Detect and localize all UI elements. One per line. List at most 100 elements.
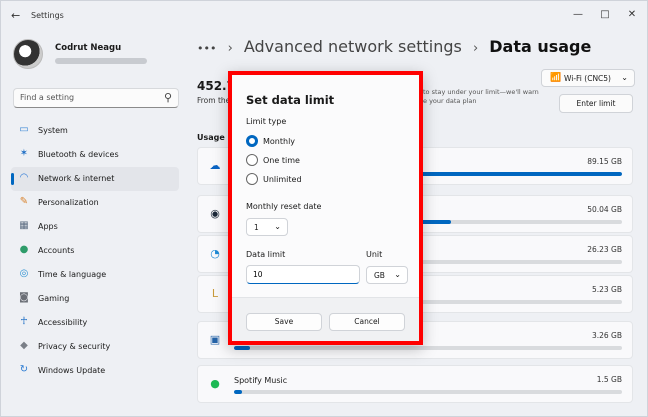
network-select-value: Wi-Fi (CNC5) xyxy=(564,74,611,83)
sidebar-item-label: Accessibility xyxy=(38,318,88,327)
settings-window: ← Settings — □ ✕ Codrut Neagu Find a set… xyxy=(0,0,648,417)
sidebar-item-accessibility[interactable]: ☥ Accessibility xyxy=(11,311,179,335)
radio-monthly-label[interactable]: Monthly xyxy=(263,137,295,146)
data-limit-field[interactable] xyxy=(246,265,360,284)
reset-date-label: Monthly reset date xyxy=(246,202,322,211)
sidebar-item-personalization[interactable]: ✎ Personalization xyxy=(11,191,179,215)
dialog-title: Set data limit xyxy=(246,93,335,107)
limit-hint: to stay under your limit—we'll warn e yo… xyxy=(423,88,539,106)
sidebar-item-bluetooth-devices[interactable]: ✶ Bluetooth & devices xyxy=(11,143,179,167)
network-select[interactable]: 📶 Wi-Fi (CNC5) ⌄ xyxy=(541,69,635,87)
sidebar-nav: ▭ System ✶ Bluetooth & devices ◠ Network & in… xyxy=(11,119,179,383)
app-usage-amount: 50.04 GB xyxy=(587,205,622,214)
save-button[interactable]: Save xyxy=(246,313,322,331)
app-usage-amount: 26.23 GB xyxy=(587,245,622,254)
data-limit-input[interactable] xyxy=(253,270,353,279)
list-item[interactable]: ● Spotify Music 1.5 GB xyxy=(197,365,633,403)
usage-bar-fill xyxy=(234,346,250,350)
controller-icon: ◙ xyxy=(19,292,29,303)
spotify-icon: ● xyxy=(210,377,220,390)
wifi-icon: 📶 xyxy=(550,73,562,83)
wifi-icon: ◠ xyxy=(19,172,29,183)
search-input[interactable]: Find a setting xyxy=(20,93,74,102)
sidebar-item-label: Network & internet xyxy=(38,174,115,183)
unit-label: Unit xyxy=(366,250,383,259)
radio-unlimited-label[interactable]: Unlimited xyxy=(263,175,302,184)
edge-icon: ◔ xyxy=(210,247,220,260)
app-usage-amount: 1.5 GB xyxy=(596,375,622,384)
maximize-icon[interactable]: □ xyxy=(593,7,617,23)
minimize-icon[interactable]: — xyxy=(566,7,590,23)
close-icon[interactable]: ✕ xyxy=(620,7,644,23)
usage-bar xyxy=(234,346,622,350)
profile-name: Codrut Neagu xyxy=(55,43,122,53)
sidebar-item-label: Time & language xyxy=(38,270,107,279)
window-title: Settings xyxy=(31,11,64,20)
radio-monthly[interactable] xyxy=(246,135,258,147)
person-icon: ● xyxy=(19,244,29,255)
page-title: Data usage xyxy=(489,37,592,56)
sidebar-item-network-internet[interactable]: ◠ Network & internet xyxy=(11,167,179,191)
sidebar-item-label: Gaming xyxy=(38,294,70,303)
globe-icon: ◎ xyxy=(19,268,29,279)
bluetooth-icon: ✶ xyxy=(19,148,29,159)
chevron-down-icon: ⌄ xyxy=(394,270,401,279)
total-usage-caption: From the xyxy=(197,96,231,105)
unit-value: GB xyxy=(374,271,385,280)
monitor-icon: ▭ xyxy=(19,124,29,135)
usage-bar-fill xyxy=(234,390,242,394)
search-icon: ⚲ xyxy=(163,91,172,104)
set-data-limit-dialog: Set data limit Limit type Monthly One ti… xyxy=(228,71,423,345)
radio-one-time-label[interactable]: One time xyxy=(263,156,300,165)
app-usage-amount: 89.15 GB xyxy=(587,157,622,166)
shield-icon: ◆ xyxy=(20,340,28,351)
search-box[interactable]: Find a setting ⚲ xyxy=(13,88,179,108)
league-icon: L xyxy=(211,287,219,300)
sidebar-item-privacy-security[interactable]: ◆ Privacy & security xyxy=(11,335,179,359)
title-bar: ← Settings — □ ✕ xyxy=(1,1,647,31)
sidebar-item-label: Privacy & security xyxy=(38,342,111,351)
onedrive-icon: ☁ xyxy=(209,159,221,172)
radio-unlimited[interactable] xyxy=(246,173,258,185)
dialog-footer: Save Cancel xyxy=(232,297,419,341)
app-usage-amount: 5.23 GB xyxy=(591,285,622,294)
avatar xyxy=(13,39,43,69)
sidebar-item-label: Bluetooth & devices xyxy=(38,150,119,159)
app-usage-amount: 3.26 GB xyxy=(591,331,622,340)
sidebar-item-label: Accounts xyxy=(38,246,75,255)
update-icon: ↻ xyxy=(19,364,29,375)
sidebar-item-windows-update[interactable]: ↻ Windows Update xyxy=(11,359,179,383)
sidebar-item-label: Personalization xyxy=(38,198,99,207)
reset-date-value: 1 xyxy=(254,223,259,232)
breadcrumb-parent[interactable]: Advanced network settings xyxy=(244,37,462,56)
breadcrumb: ••• › Advanced network settings › Data u… xyxy=(197,37,591,56)
chevron-down-icon: ⌄ xyxy=(621,73,628,82)
chevron-right-icon: › xyxy=(227,41,233,56)
apps-icon: ▦ xyxy=(19,220,29,231)
limit-hint-line-2: e your data plan xyxy=(423,97,477,105)
sidebar-item-time-language[interactable]: ◎ Time & language xyxy=(11,263,179,287)
sidebar-item-system[interactable]: ▭ System xyxy=(11,119,179,143)
back-arrow-icon[interactable]: ← xyxy=(11,9,20,22)
dialog-body: Set data limit Limit type Monthly One ti… xyxy=(232,75,419,297)
radio-one-time[interactable] xyxy=(246,154,258,166)
unit-dropdown[interactable]: GB ⌄ xyxy=(366,266,408,284)
sidebar-item-accounts[interactable]: ● Accounts xyxy=(11,239,179,263)
app-window-icon: ▣ xyxy=(209,333,221,346)
profile-email-redacted xyxy=(55,58,147,64)
accessibility-icon: ☥ xyxy=(20,316,28,327)
reset-date-dropdown[interactable]: 1 ⌄ xyxy=(246,218,288,236)
sidebar-item-label: Windows Update xyxy=(38,366,106,375)
enter-limit-button[interactable]: Enter limit xyxy=(559,94,633,113)
brush-icon: ✎ xyxy=(19,196,29,207)
breadcrumb-ellipsis[interactable]: ••• xyxy=(197,42,216,55)
sidebar-item-apps[interactable]: ▦ Apps xyxy=(11,215,179,239)
steam-icon: ◉ xyxy=(210,207,220,220)
usage-bar xyxy=(234,390,622,394)
sidebar-item-label: Apps xyxy=(38,222,58,231)
sidebar-item-gaming[interactable]: ◙ Gaming xyxy=(11,287,179,311)
cancel-button[interactable]: Cancel xyxy=(329,313,405,331)
app-name: Spotify Music xyxy=(234,376,288,385)
sidebar-item-label: System xyxy=(38,126,68,135)
data-limit-label: Data limit xyxy=(246,250,286,259)
